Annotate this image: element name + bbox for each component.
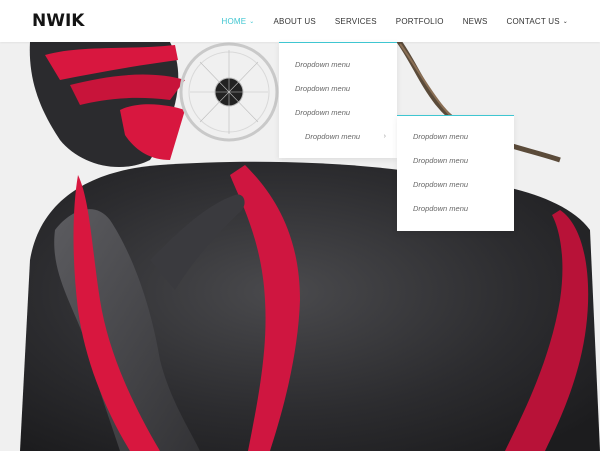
- submenu-item[interactable]: Dropdown menu: [397, 197, 514, 221]
- nav-about-us-label: ABOUT US: [273, 16, 316, 26]
- home-dropdown-menu: Dropdown menu Dropdown menu Dropdown men…: [279, 42, 397, 158]
- nav-services-label: SERVICES: [334, 16, 377, 26]
- dropdown-submenu: Dropdown menu Dropdown menu Dropdown men…: [397, 115, 514, 231]
- nav-portfolio-label: PORTFOLIO: [395, 16, 444, 26]
- chevron-down-icon: ⌄: [249, 18, 255, 25]
- submenu-item-label: Dropdown menu: [413, 156, 469, 165]
- nav-news[interactable]: NEWS: [463, 17, 488, 26]
- logo-text: NWIK: [32, 11, 85, 31]
- nav-home-label: HOME: [221, 16, 247, 26]
- nav-home[interactable]: HOME ⌄: [221, 17, 254, 26]
- nav-services[interactable]: SERVICES: [335, 17, 377, 26]
- submenu-item[interactable]: Dropdown menu: [397, 149, 514, 173]
- dropdown-item[interactable]: Dropdown menu: [279, 53, 397, 77]
- nav-about-us[interactable]: ABOUT US: [274, 17, 316, 26]
- chevron-down-icon: ⌄: [562, 18, 568, 25]
- dropdown-item[interactable]: Dropdown menu: [279, 77, 397, 101]
- nav-contact-us[interactable]: CONTACT US ⌄: [507, 17, 569, 26]
- dropdown-item-label: Dropdown menu: [305, 132, 361, 141]
- main-nav: HOME ⌄ ABOUT US SERVICES PORTFOLIO NEWS …: [202, 0, 568, 42]
- nav-contact-us-label: CONTACT US: [506, 16, 560, 26]
- submenu-item[interactable]: Dropdown menu: [397, 125, 514, 149]
- submenu-item-label: Dropdown menu: [413, 204, 469, 213]
- dropdown-item-label: Dropdown menu: [295, 60, 351, 69]
- dropdown-item-label: Dropdown menu: [295, 84, 351, 93]
- chevron-right-icon: ›: [383, 133, 386, 140]
- dropdown-item-label: Dropdown menu: [295, 108, 351, 117]
- nav-news-label: NEWS: [462, 16, 488, 26]
- nav-portfolio[interactable]: PORTFOLIO: [396, 17, 444, 26]
- submenu-item-label: Dropdown menu: [413, 180, 469, 189]
- submenu-item[interactable]: Dropdown menu: [397, 173, 514, 197]
- dropdown-item[interactable]: Dropdown menu: [279, 101, 397, 125]
- dropdown-item-with-submenu[interactable]: Dropdown menu ›: [279, 125, 397, 149]
- submenu-item-label: Dropdown menu: [413, 132, 469, 141]
- site-header: NWIK HOME ⌄ ABOUT US SERVICES PORTFOLIO …: [0, 0, 600, 42]
- site-logo[interactable]: NWIK: [32, 11, 85, 31]
